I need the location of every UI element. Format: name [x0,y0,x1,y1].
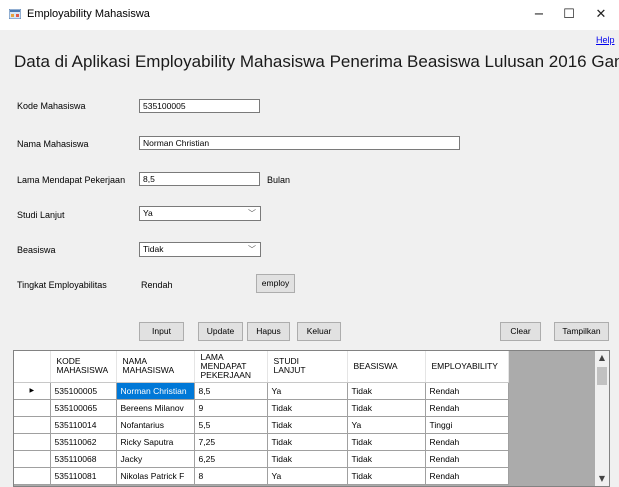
table-cell[interactable]: Tidak [347,450,426,468]
column-header[interactable]: NAMA MAHASISWA [116,351,195,383]
tingkat-value: Rendah [141,280,173,290]
table-cell[interactable]: Rendah [425,433,509,451]
input-button[interactable]: Input [139,322,184,341]
table-row[interactable]: 535110014 Nofantarius 5,5 Tidak Ya Tinggi [14,416,509,434]
app-window: Employability Mahasiswa − ☐ ✕ Help Data … [0,0,619,487]
beasiswa-label: Beasiswa [17,245,56,255]
row-header[interactable] [14,450,51,468]
table-cell[interactable]: 8,5 [194,382,268,400]
table-cell[interactable]: Tidak [347,399,426,417]
column-header[interactable]: BEASISWA [347,351,426,383]
table-cell[interactable]: Nofantarius [116,416,195,434]
table-cell[interactable]: 8 [194,467,268,485]
clear-button[interactable]: Clear [500,322,541,341]
table-cell[interactable]: 535110014 [50,416,117,434]
column-header[interactable]: KODE MAHASISWA [50,351,117,383]
lama-label: Lama Mendapat Pekerjaan [17,175,126,185]
table-cell[interactable]: Ya [347,416,426,434]
table-row[interactable]: 535110081 Nikolas Patrick F 8 Ya Tidak Rendah [14,467,509,485]
nama-label: Nama Mahasiswa [17,139,89,149]
studi-lanjut-value: Ya [143,208,153,218]
table-row[interactable]: 535110062 Ricky Saputra 7,25 Tidak Tidak Rend… [14,433,509,451]
scrollbar-thumb[interactable] [597,367,607,385]
column-header[interactable]: STUDI LANJUT [267,351,348,383]
table-row[interactable]: 535100065 Bereens Milanov 9 Tidak Tidak Renda… [14,399,509,417]
table-cell[interactable]: Tinggi [425,416,509,434]
scroll-down-icon[interactable]: ▼ [595,474,609,483]
beasiswa-select[interactable]: Tidak ﹀ [139,242,261,257]
table-cell[interactable]: 9 [194,399,268,417]
chevron-down-icon: ﹀ [248,209,256,218]
kode-mahasiswa-field[interactable]: 535100005 [139,99,260,113]
keluar-button[interactable]: Keluar [297,322,341,341]
table-cell[interactable]: Tidak [347,382,426,400]
studi-lanjut-select[interactable]: Ya ﹀ [139,206,261,221]
table-cell[interactable]: Tidak [267,433,348,451]
table-cell[interactable]: Rendah [425,382,509,400]
maximize-button[interactable]: ☐ [551,0,587,30]
table-row[interactable]: ▶ 535100005 Norman Christian 8,5 Ya Tidak Rend… [14,382,509,400]
column-header[interactable]: EMPLOYABILITY [425,351,509,383]
table-cell[interactable]: Tidak [267,450,348,468]
current-row-icon: ▶ [29,387,35,394]
help-link[interactable]: Help [596,35,615,45]
table-cell[interactable]: Ya [267,467,348,485]
table-cell[interactable]: Rendah [425,450,509,468]
table-cell[interactable]: Tidak [347,433,426,451]
bulan-unit-label: Bulan [267,175,291,185]
column-header[interactable]: LAMA MENDAPAT PEKERJAAN [194,351,268,383]
page-title: Data di Aplikasi Employability Mahasiswa… [14,52,619,71]
kode-label: Kode Mahasiswa [17,101,86,111]
table-cell[interactable]: 7,25 [194,433,268,451]
table-cell[interactable]: Nikolas Patrick F [116,467,195,485]
row-header[interactable]: ▶ [14,382,51,400]
app-icon [9,9,21,19]
table-cell[interactable]: 5,5 [194,416,268,434]
table-cell[interactable]: Ya [267,382,348,400]
nama-mahasiswa-field[interactable]: Norman Christian [139,136,460,150]
table-row[interactable]: 535110068 Jacky 6,25 Tidak Tidak Rendah [14,450,509,468]
table-cell[interactable]: Norman Christian [116,382,195,400]
window-title: Employability Mahasiswa [27,8,150,20]
employ-button[interactable]: employ [256,274,295,293]
tingkat-label: Tingkat Employabilitas [17,280,107,290]
table-cell[interactable]: 535110068 [50,450,117,468]
close-button[interactable]: ✕ [583,0,619,30]
tampilkan-button[interactable]: Tampilkan [554,322,609,341]
table-cell[interactable]: Tidak [347,467,426,485]
table-cell[interactable]: Tidak [267,399,348,417]
data-grid[interactable]: KODE MAHASISWA NAMA MAHASISWA LAMA MENDA… [13,350,610,487]
lama-pekerjaan-field[interactable]: 8,5 [139,172,260,186]
row-header[interactable] [14,416,51,434]
title-bar[interactable]: Employability Mahasiswa − ☐ ✕ [0,0,619,30]
hapus-button[interactable]: Hapus [247,322,290,341]
studi-label: Studi Lanjut [17,210,65,220]
chevron-down-icon: ﹀ [248,245,256,254]
beasiswa-value: Tidak [143,244,164,254]
table-cell[interactable]: Tidak [267,416,348,434]
table-cell[interactable]: 535110081 [50,467,117,485]
update-button[interactable]: Update [198,322,243,341]
table-cell[interactable]: Rendah [425,467,509,485]
row-header[interactable] [14,399,51,417]
row-header[interactable] [14,433,51,451]
row-header[interactable] [14,467,51,485]
table-cell[interactable]: 6,25 [194,450,268,468]
table-cell[interactable]: Rendah [425,399,509,417]
table-cell[interactable]: Jacky [116,450,195,468]
table-cell[interactable]: Bereens Milanov [116,399,195,417]
data-table: KODE MAHASISWA NAMA MAHASISWA LAMA MENDA… [14,351,509,485]
table-cell[interactable]: 535100065 [50,399,117,417]
table-cell[interactable]: 535100005 [50,382,117,400]
table-cell[interactable]: 535110062 [50,433,117,451]
scroll-up-icon[interactable]: ▲ [595,353,609,362]
row-header-corner [14,351,51,383]
table-cell[interactable]: Ricky Saputra [116,433,195,451]
vertical-scrollbar[interactable]: ▲ ▼ [595,351,609,486]
